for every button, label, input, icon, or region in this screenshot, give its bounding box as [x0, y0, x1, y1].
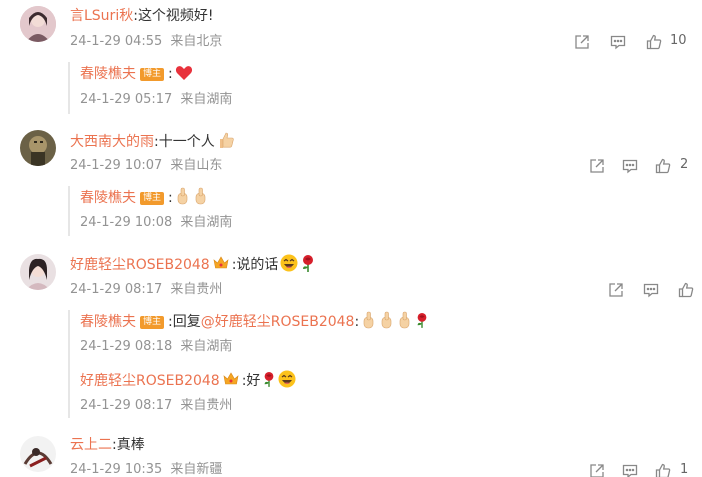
reply-location: 来自贵州 [180, 398, 233, 413]
comment-icon[interactable] [641, 280, 661, 300]
heart-icon [175, 65, 193, 87]
thumbs-up-emoji-icon [397, 311, 413, 335]
avatar[interactable] [20, 6, 56, 42]
reply-text: :好 [241, 373, 261, 389]
username[interactable]: 好鹿轻尘ROSEB2048 [70, 257, 210, 273]
thumbs-up-emoji-icon [217, 131, 235, 155]
reply-text: : [354, 314, 360, 330]
share-icon[interactable] [606, 280, 626, 300]
avatar[interactable] [20, 254, 56, 290]
reply-text: : [168, 66, 173, 82]
reply-username[interactable]: 春陵樵夫 [80, 66, 136, 82]
timestamp: 24-1-29 08:17 [70, 282, 163, 297]
timestamp: 24-1-29 10:07 [70, 158, 163, 173]
location: 来自山东 [170, 158, 223, 173]
like-icon[interactable] [653, 156, 673, 176]
like-icon[interactable] [644, 32, 664, 52]
like-icon[interactable] [653, 461, 673, 477]
comment-text: 十一个人 [158, 134, 215, 150]
comment-icon[interactable] [620, 156, 640, 176]
reply-username[interactable]: 春陵樵夫 [80, 314, 136, 330]
crown-badge-icon [213, 256, 229, 277]
avatar[interactable] [20, 436, 56, 472]
reply-timestamp: 24-1-29 05:17 [80, 92, 173, 107]
host-badge: 博主 [140, 316, 165, 329]
reply-location: 来自湖南 [180, 215, 233, 230]
like-icon[interactable] [676, 280, 696, 300]
location: 来自贵州 [170, 282, 223, 297]
reply-location: 来自湖南 [180, 92, 233, 107]
thumbs-up-emoji-icon [361, 311, 377, 335]
thumbs-up-emoji-icon [175, 187, 191, 211]
reply-divider [68, 62, 70, 114]
thumbs-up-emoji-icon [379, 311, 395, 335]
rose-emoji-icon [415, 311, 429, 335]
comment-icon[interactable] [608, 32, 628, 52]
host-badge: 博主 [140, 192, 165, 205]
share-icon[interactable] [587, 156, 607, 176]
comment-text: 真棒 [116, 437, 145, 453]
thumbs-up-emoji-icon [193, 187, 209, 211]
username[interactable]: 言LSuri秋 [70, 8, 133, 24]
reply-prefix: :回复 [168, 314, 201, 330]
comment-text: :说的话 [231, 257, 279, 273]
reply-timestamp: 24-1-29 10:08 [80, 215, 173, 230]
comment-icon[interactable] [620, 461, 640, 477]
username[interactable]: 云上二 [70, 437, 112, 453]
like-count: 2 [680, 157, 689, 172]
share-icon[interactable] [572, 32, 592, 52]
reply-location: 来自湖南 [180, 339, 233, 354]
reply-text: : [168, 190, 173, 206]
location: 来自新疆 [170, 462, 223, 477]
rose-emoji-icon [300, 254, 316, 278]
reply-timestamp: 24-1-29 08:17 [80, 398, 173, 413]
crown-badge-icon [223, 372, 239, 393]
laughing-emoji-icon [278, 370, 296, 394]
location: 来自北京 [170, 34, 223, 49]
share-icon[interactable] [587, 461, 607, 477]
host-badge: 博主 [140, 68, 165, 81]
like-count: 10 [670, 33, 687, 48]
mention-link[interactable]: @好鹿轻尘ROSEB2048 [201, 314, 355, 330]
comment-text: 这个视频好! [137, 8, 214, 24]
timestamp: 24-1-29 04:55 [70, 34, 163, 49]
reply-username[interactable]: 春陵樵夫 [80, 190, 136, 206]
reply-timestamp: 24-1-29 08:18 [80, 339, 173, 354]
reply-divider [68, 186, 70, 236]
rose-emoji-icon [262, 370, 276, 394]
username[interactable]: 大西南大的雨 [70, 134, 154, 150]
timestamp: 24-1-29 10:35 [70, 462, 163, 477]
avatar[interactable] [20, 130, 56, 166]
reply-divider [68, 310, 70, 418]
laughing-emoji-icon [280, 254, 298, 278]
reply-username[interactable]: 好鹿轻尘ROSEB2048 [80, 373, 220, 389]
like-count: 1 [680, 462, 689, 477]
